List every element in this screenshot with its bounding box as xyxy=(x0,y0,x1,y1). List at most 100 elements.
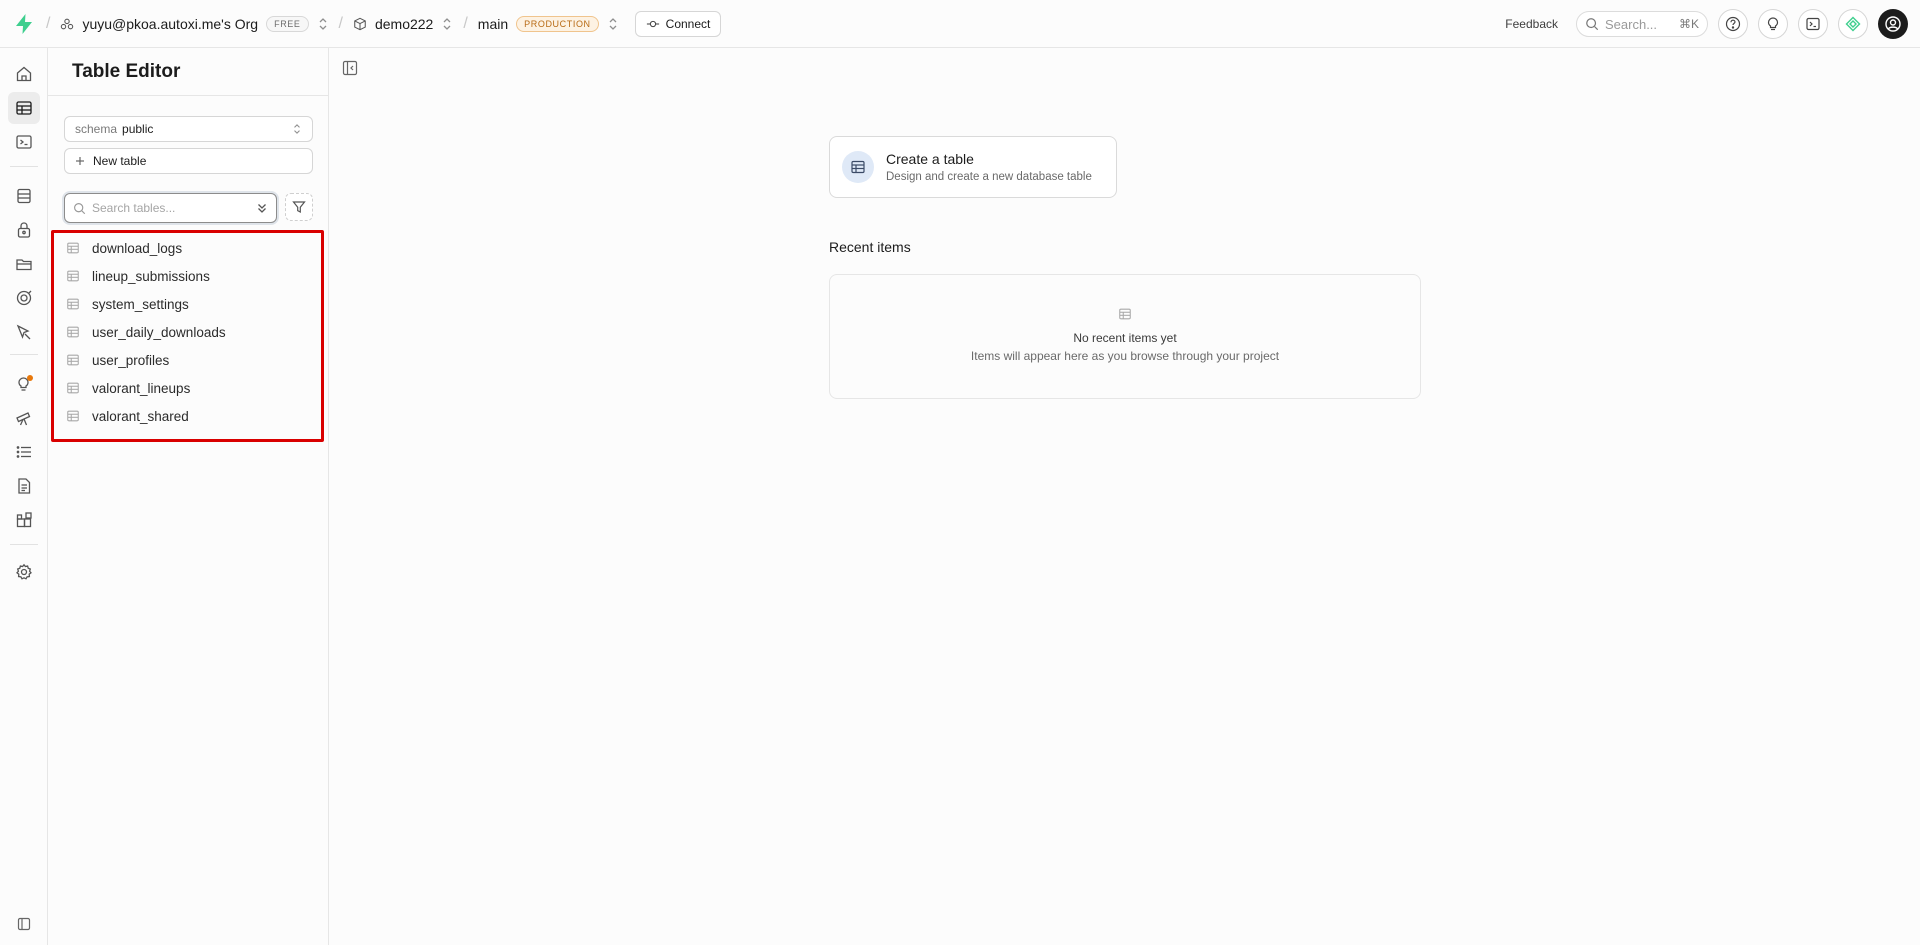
recent-empty-subtitle: Items will appear here as you browse thr… xyxy=(970,349,1280,363)
assistant-button[interactable] xyxy=(1838,9,1868,39)
sql-editor-icon xyxy=(16,135,32,149)
create-table-icon-wrap xyxy=(842,151,874,183)
table-icon xyxy=(851,160,865,174)
settings-gear-icon xyxy=(16,563,32,580)
branch-env-badge: PRODUCTION xyxy=(516,15,599,32)
supabase-logo-icon[interactable] xyxy=(12,12,36,36)
org-selector[interactable]: yuyu@pkoa.autoxi.me's Org FREE xyxy=(60,15,328,32)
branch-name: main xyxy=(477,15,509,32)
global-search-placeholder: Search... xyxy=(1605,16,1658,32)
integrations-icon xyxy=(16,512,32,528)
table-list-item[interactable]: valorant_lineups xyxy=(54,374,321,402)
filter-button[interactable] xyxy=(285,193,313,221)
table-name: user_daily_downloads xyxy=(92,324,226,340)
nav-realtime[interactable] xyxy=(8,282,40,314)
plus-icon xyxy=(76,157,84,165)
document-icon xyxy=(18,478,31,494)
global-search-button[interactable]: Search... ⌘K xyxy=(1576,11,1708,37)
table-list-item[interactable]: lineup_submissions xyxy=(54,262,321,290)
table-icon xyxy=(67,354,79,366)
schema-value: public xyxy=(122,122,154,136)
chevron-up-down-icon xyxy=(609,17,617,30)
sql-console-button[interactable] xyxy=(1798,9,1828,39)
table-search-input[interactable] xyxy=(92,201,242,215)
table-list-item[interactable]: system_settings xyxy=(54,290,321,318)
table-name: download_logs xyxy=(92,240,183,256)
nav-reports[interactable] xyxy=(8,402,40,434)
nav-logs[interactable] xyxy=(8,436,40,468)
schema-selector[interactable]: schema public xyxy=(64,116,313,142)
home-icon xyxy=(16,66,32,82)
breadcrumb-separator: / xyxy=(338,14,343,32)
nav-sql-editor[interactable] xyxy=(8,126,40,158)
recent-empty-title: No recent items yet xyxy=(1073,331,1177,345)
terminal-icon xyxy=(1806,17,1820,31)
help-button[interactable] xyxy=(1718,9,1748,39)
branch-selector[interactable]: main PRODUCTION xyxy=(477,15,619,32)
nav-home[interactable] xyxy=(8,58,40,90)
chevrons-down-icon[interactable] xyxy=(256,202,268,214)
connect-label: Connect xyxy=(665,16,711,31)
org-icon xyxy=(61,18,74,29)
breadcrumb-separator: / xyxy=(46,14,51,32)
table-icon xyxy=(67,326,79,338)
nav-api-docs[interactable] xyxy=(8,470,40,502)
rail-divider xyxy=(10,544,38,545)
filter-funnel-icon xyxy=(292,201,306,214)
org-name: yuyu@pkoa.autoxi.me's Org xyxy=(82,15,259,32)
user-avatar[interactable] xyxy=(1878,9,1908,39)
plug-icon xyxy=(646,20,659,27)
feedback-button[interactable]: Feedback xyxy=(1505,17,1558,31)
breadcrumb-separator: / xyxy=(463,14,468,32)
table-editor-icon xyxy=(16,101,32,115)
table-list-item[interactable]: download_logs xyxy=(54,234,321,262)
table-name: user_profiles xyxy=(92,352,170,368)
table-list-item[interactable]: valorant_shared xyxy=(54,402,321,430)
left-nav-rail xyxy=(0,48,48,945)
table-list-item[interactable]: user_profiles xyxy=(54,346,321,374)
nav-integrations[interactable] xyxy=(8,504,40,536)
table-icon xyxy=(67,410,79,422)
create-table-card[interactable]: Create a table Design and create a new d… xyxy=(829,136,1117,198)
nav-database[interactable] xyxy=(8,180,40,212)
database-icon xyxy=(17,188,31,204)
connect-button[interactable]: Connect xyxy=(634,10,722,37)
assistant-diamond-icon xyxy=(1845,16,1861,32)
project-selector[interactable]: demo222 xyxy=(353,16,453,32)
table-name: lineup_submissions xyxy=(92,268,210,284)
sidebar-collapse-icon[interactable] xyxy=(342,60,358,76)
new-table-button[interactable]: New table xyxy=(64,148,313,174)
new-table-label: New table xyxy=(93,154,147,168)
chevron-up-down-icon xyxy=(294,124,300,134)
realtime-icon xyxy=(16,290,32,306)
user-avatar-icon xyxy=(1885,16,1901,32)
nav-advisors[interactable] xyxy=(8,368,40,400)
search-icon xyxy=(74,202,86,214)
table-icon xyxy=(67,382,79,394)
nav-authentication[interactable] xyxy=(8,214,40,246)
nav-table-editor[interactable] xyxy=(8,92,40,124)
table-icon xyxy=(67,242,79,254)
whats-new-button[interactable] xyxy=(1758,9,1788,39)
schema-label: schema xyxy=(75,122,118,136)
table-name: system_settings xyxy=(92,296,189,312)
table-name: valorant_lineups xyxy=(92,380,191,396)
nav-settings[interactable] xyxy=(8,556,40,588)
project-box-icon xyxy=(354,17,366,30)
table-editor-sidebar: Table Editor schema public New table dow… xyxy=(48,48,329,945)
top-bar: / yuyu@pkoa.autoxi.me's Org FREE / demo2… xyxy=(0,0,1920,48)
nav-collapse-rail[interactable] xyxy=(8,908,40,940)
notification-dot xyxy=(27,375,33,381)
nav-storage[interactable] xyxy=(8,248,40,280)
table-icon xyxy=(1119,308,1131,320)
logs-list-icon xyxy=(16,446,31,458)
table-list-item[interactable]: user_daily_downloads xyxy=(54,318,321,346)
telescope-icon xyxy=(16,412,31,426)
nav-edge-functions[interactable] xyxy=(8,316,40,348)
search-shortcut: ⌘K xyxy=(1678,17,1699,31)
create-table-subtitle: Design and create a new database table xyxy=(886,171,1092,183)
search-icon xyxy=(1586,18,1599,31)
chevron-up-down-icon xyxy=(319,17,326,30)
table-search-field[interactable] xyxy=(64,193,277,223)
table-list: download_logs lineup_submissions system_se… xyxy=(51,230,324,442)
